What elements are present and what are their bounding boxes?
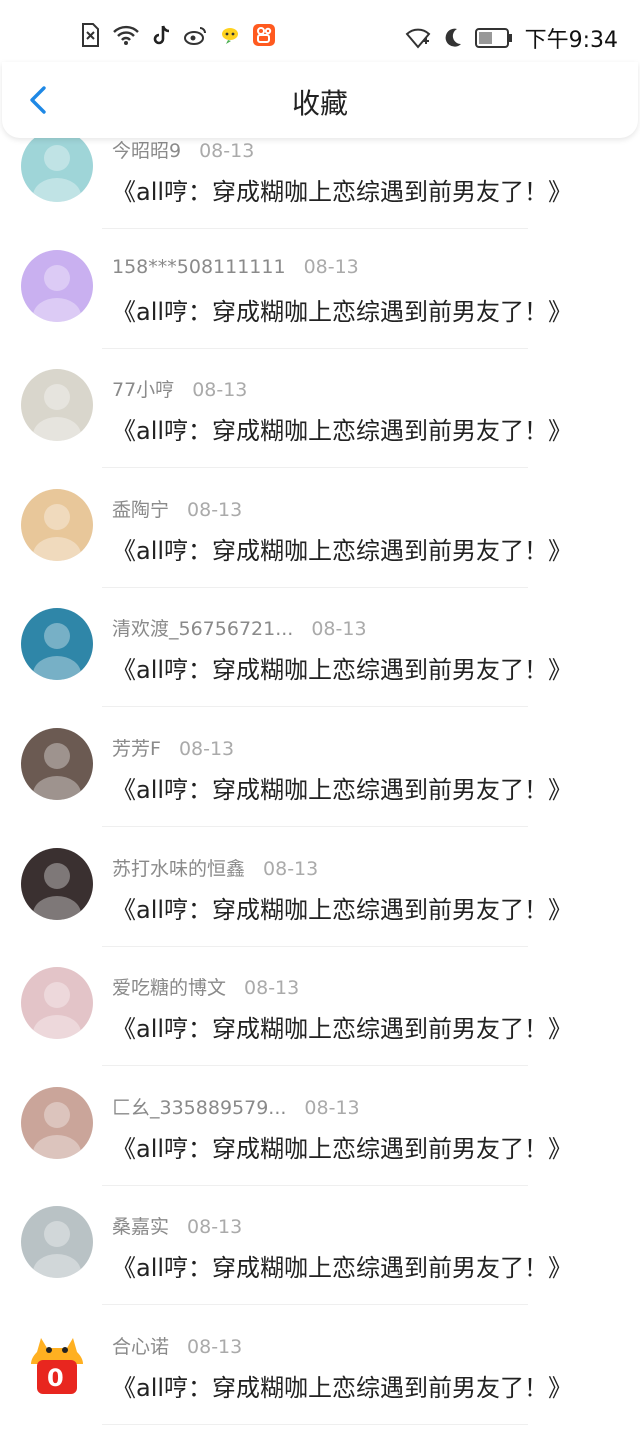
divider (102, 1065, 528, 1067)
list-item[interactable]: 芳芳F 08-13 《all哼：穿成糊咖上恋综遇到前男友了！》 (0, 726, 640, 846)
divider (102, 467, 528, 469)
username[interactable]: 合心诺 (112, 1336, 169, 1358)
username[interactable]: 桑嘉实 (112, 1216, 169, 1238)
avatar[interactable] (21, 488, 93, 561)
item-date: 08-13 (304, 1096, 360, 1119)
status-left-icons (80, 22, 276, 48)
item-meta: 爱吃糖的博文 08-13 (112, 973, 299, 1000)
avatar[interactable] (21, 967, 93, 1040)
list-item[interactable]: 今昭昭9 08-13 《all哼：穿成糊咖上恋综遇到前男友了！》 (0, 128, 640, 248)
item-meta: 匚幺_335889579... 08-13 (112, 1093, 360, 1120)
username[interactable]: 匚幺_335889579... (112, 1097, 286, 1119)
item-date: 08-13 (263, 857, 319, 880)
username[interactable]: 清欢渡_56756721... (112, 618, 293, 640)
avatar[interactable] (21, 1206, 93, 1279)
item-title[interactable]: 《all哼：穿成糊咖上恋综遇到前男友了！》 (112, 411, 572, 446)
item-meta: 桑嘉实 08-13 (112, 1212, 242, 1239)
item-date: 08-13 (311, 618, 367, 641)
item-title[interactable]: 《all哼：穿成糊咖上恋综遇到前男友了！》 (112, 770, 572, 805)
item-meta: 合心诺 08-13 (112, 1332, 242, 1359)
item-meta: 77小哼 08-13 (112, 375, 247, 402)
item-meta: 今昭昭9 08-13 (112, 136, 254, 163)
status-time: 下午9:34 (524, 28, 618, 53)
avatar[interactable] (21, 369, 93, 442)
divider (102, 586, 528, 588)
username[interactable]: 盉陶宁 (112, 499, 169, 521)
item-title[interactable]: 《all哼：穿成糊咖上恋综遇到前男友了！》 (112, 292, 572, 327)
item-title[interactable]: 《all哼：穿成糊咖上恋综遇到前男友了！》 (112, 650, 572, 685)
username[interactable]: 今昭昭9 (112, 140, 181, 162)
wifi-icon (113, 25, 139, 45)
battery-icon (474, 28, 512, 48)
list-item[interactable]: 爱吃糖的博文 08-13 《all哼：穿成糊咖上恋综遇到前男友了！》 (0, 965, 640, 1085)
item-title[interactable]: 《all哼：穿成糊咖上恋综遇到前男友了！》 (112, 1009, 572, 1044)
list-item[interactable]: 盉陶宁 08-13 《all哼：穿成糊咖上恋综遇到前男友了！》 (0, 487, 640, 607)
divider (102, 945, 528, 947)
item-title[interactable]: 《all哼：穿成糊咖上恋综遇到前男友了！》 (112, 1248, 572, 1283)
divider (102, 228, 528, 229)
divider (102, 825, 528, 827)
item-date: 08-13 (187, 1216, 243, 1239)
list-item[interactable]: 158***508111111 08-13 《all哼：穿成糊咖上恋综遇到前男友了！… (0, 248, 640, 368)
sim-missing-icon (82, 23, 99, 47)
item-date: 08-13 (187, 498, 243, 521)
page-title: 收藏 (291, 87, 348, 120)
item-date: 08-13 (303, 255, 359, 278)
favorites-list: 今昭昭9 08-13 《all哼：穿成糊咖上恋综遇到前男友了！》 158***5081… (0, 128, 640, 1444)
item-date: 08-13 (199, 140, 255, 162)
item-meta: 芳芳F 08-13 (112, 734, 234, 761)
avatar[interactable] (21, 847, 93, 920)
username[interactable]: 77小哼 (112, 379, 174, 401)
tiktok-icon (153, 25, 170, 45)
item-title[interactable]: 《all哼：穿成糊咖上恋综遇到前男友了！》 (112, 890, 572, 925)
weibo-icon (184, 27, 206, 45)
nav-bar: 收藏 (2, 62, 638, 138)
divider (102, 706, 528, 708)
avatar[interactable]: 0 (21, 1325, 93, 1398)
chat-app-icon (222, 28, 238, 44)
list-item[interactable]: 清欢渡_56756721... 08-13 《all哼：穿成糊咖上恋综遇到前男友了！… (0, 606, 640, 726)
status-bar: 下午9:34 (0, 0, 640, 70)
avatar[interactable] (21, 727, 93, 800)
item-date: 08-13 (178, 737, 235, 760)
divider (102, 1304, 528, 1306)
item-meta: 清欢渡_56756721... 08-13 (112, 614, 367, 641)
username[interactable]: 芳芳F (112, 738, 161, 760)
moon-icon (445, 28, 461, 47)
kuaishou-icon (253, 24, 275, 46)
item-title[interactable]: 《all哼：穿成糊咖上恋综遇到前男友了！》 (112, 1129, 572, 1164)
item-date: 08-13 (244, 977, 300, 1000)
item-meta: 158***508111111 08-13 (112, 256, 359, 278)
divider (102, 1184, 528, 1186)
list-item[interactable]: 匚幺_335889579... 08-13 《all哼：穿成糊咖上恋综遇到前男友了！… (0, 1085, 640, 1205)
list-item[interactable]: 77小哼 08-13 《all哼：穿成糊咖上恋综遇到前男友了！》 (0, 367, 640, 487)
item-date: 08-13 (192, 379, 248, 402)
list-item[interactable]: 苏打水味的恒鑫 08-13 《all哼：穿成糊咖上恋综遇到前男友了！》 (0, 846, 640, 966)
wifi-plus-icon (405, 28, 430, 49)
item-date: 08-13 (187, 1335, 243, 1358)
list-item[interactable]: 0 合心诺 08-13 《all哼：穿成糊咖上恋综遇到前男友了！》 (0, 1324, 640, 1444)
avatar[interactable] (21, 130, 93, 202)
username[interactable]: 158***508111111 (112, 256, 286, 278)
avatar-badge: 0 (47, 1363, 64, 1392)
username[interactable]: 苏打水味的恒鑫 (112, 858, 245, 880)
avatar[interactable] (21, 608, 93, 681)
divider (102, 347, 528, 349)
item-title[interactable]: 《all哼：穿成糊咖上恋综遇到前男友了！》 (112, 531, 572, 566)
status-right-icons: 下午9:34 (405, 22, 618, 54)
item-title[interactable]: 《all哼：穿成糊咖上恋综遇到前男友了！》 (112, 172, 572, 207)
item-meta: 苏打水味的恒鑫 08-13 (112, 854, 318, 881)
username[interactable]: 爱吃糖的博文 (112, 977, 226, 999)
item-meta: 盉陶宁 08-13 (112, 495, 242, 522)
avatar[interactable] (21, 249, 93, 322)
list-item[interactable]: 桑嘉实 08-13 《all哼：穿成糊咖上恋综遇到前男友了！》 (0, 1204, 640, 1324)
avatar[interactable] (21, 1086, 93, 1159)
item-title[interactable]: 《all哼：穿成糊咖上恋综遇到前男友了！》 (112, 1368, 572, 1403)
divider (102, 1423, 528, 1425)
